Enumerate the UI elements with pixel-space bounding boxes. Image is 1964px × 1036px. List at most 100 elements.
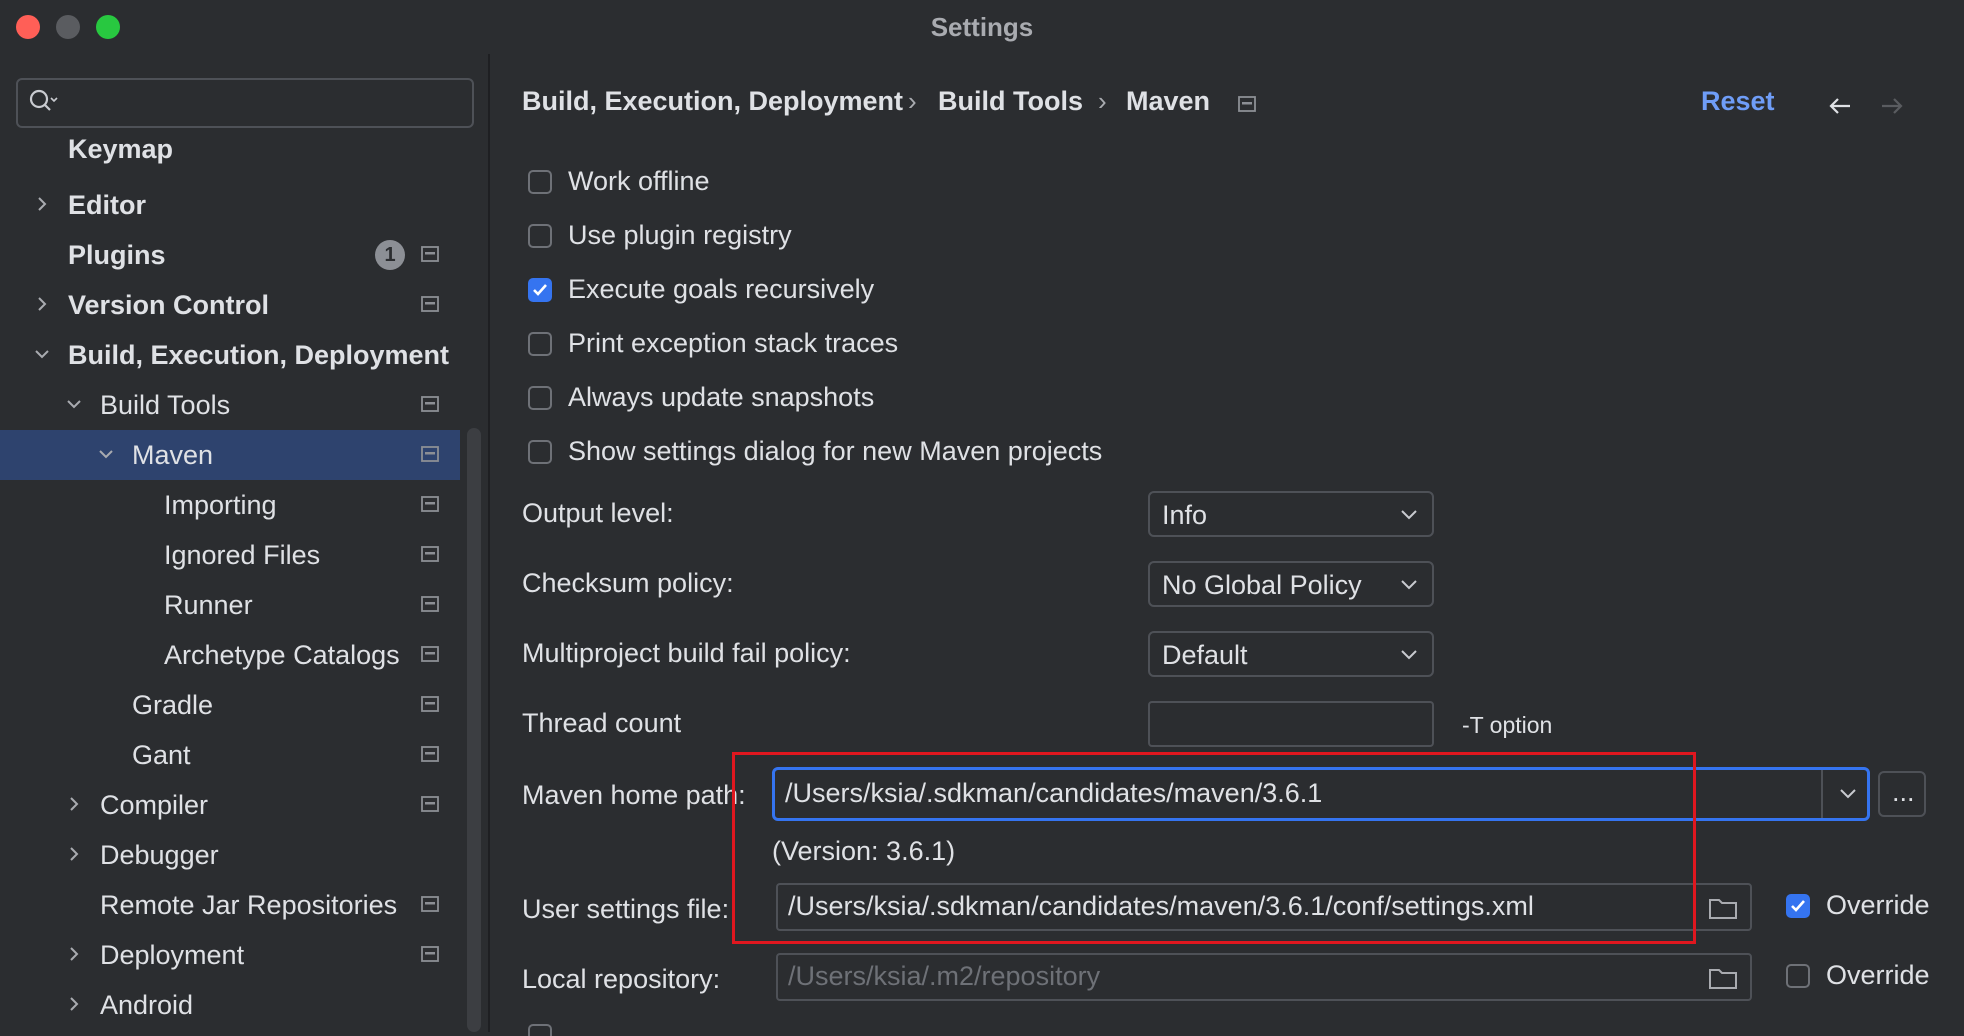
project-settings-icon xyxy=(421,446,439,462)
sidebar-item-editor[interactable]: Editor xyxy=(0,180,460,230)
sidebar-item-runner[interactable]: Runner xyxy=(0,580,460,630)
project-settings-icon xyxy=(421,296,439,312)
sidebar-item-label: Maven xyxy=(132,440,214,470)
sidebar-item-importing[interactable]: Importing xyxy=(0,480,460,530)
fail-policy-dropdown[interactable]: Default xyxy=(1148,631,1434,677)
input-value: /Users/ksia/.sdkman/candidates/maven/3.6… xyxy=(785,778,1323,808)
project-settings-icon xyxy=(1238,96,1256,112)
checkbox-label: Override xyxy=(1826,960,1930,990)
project-settings-icon xyxy=(421,696,439,712)
sidebar-item-remote-jar-repositories[interactable]: Remote Jar Repositories xyxy=(0,880,460,930)
dropdown-value: Info xyxy=(1162,500,1208,530)
chevron-down-icon xyxy=(1401,650,1417,660)
chevron-down-icon[interactable] xyxy=(1839,788,1857,800)
maven-home-path-label: Maven home path: xyxy=(522,780,746,810)
checkbox-box[interactable] xyxy=(528,170,552,194)
sidebar-item-deployment[interactable]: Deployment xyxy=(0,930,460,980)
window-title: Settings xyxy=(930,12,1034,42)
checkbox-box[interactable] xyxy=(528,332,552,356)
search-icon xyxy=(29,89,58,111)
checkbox-label: Always update snapshots xyxy=(568,382,875,412)
chevron-right-icon[interactable] xyxy=(64,994,84,1014)
sidebar-item-label: Gant xyxy=(132,740,191,770)
sidebar-item-keymap[interactable]: Keymap xyxy=(0,130,460,180)
sidebar-scrollbar[interactable] xyxy=(467,428,481,1032)
sidebar-item-archetype-catalogs[interactable]: Archetype Catalogs xyxy=(0,630,460,680)
sidebar-item-label: Android xyxy=(100,990,194,1020)
breadcrumb-separator: › xyxy=(1098,86,1107,116)
partially-visible-checkbox[interactable] xyxy=(528,1024,552,1036)
input-value: /Users/ksia/.sdkman/candidates/maven/3.6… xyxy=(788,891,1534,921)
project-settings-icon xyxy=(421,246,439,262)
chevron-right-icon[interactable] xyxy=(32,194,52,214)
project-settings-icon xyxy=(421,946,439,962)
project-settings-icon xyxy=(421,546,439,562)
checkbox-box[interactable] xyxy=(528,440,552,464)
sidebar-item-maven[interactable]: Maven xyxy=(0,430,460,480)
sidebar-item-compiler[interactable]: Compiler xyxy=(0,780,460,830)
user-settings-file-input[interactable]: /Users/ksia/.sdkman/candidates/maven/3.6… xyxy=(776,883,1752,931)
breadcrumb-item[interactable]: Build, Execution, Deployment xyxy=(522,86,903,117)
chevron-right-icon[interactable] xyxy=(64,844,84,864)
checkbox-box[interactable] xyxy=(1786,964,1810,988)
sidebar-divider xyxy=(488,54,490,1032)
sidebar-item-label: Editor xyxy=(68,190,146,220)
checkmark-icon xyxy=(533,284,547,296)
checkbox-label: Print exception stack traces xyxy=(568,328,899,358)
checkbox-label: Override xyxy=(1826,890,1930,920)
forward-arrow-icon[interactable] xyxy=(1878,92,1906,120)
checksum-policy-label: Checksum policy: xyxy=(522,568,734,598)
local-repository-label: Local repository: xyxy=(522,964,721,994)
sidebar-item-label: Version Control xyxy=(68,290,270,320)
sidebar-item-label: Build Tools xyxy=(100,390,231,420)
sidebar-item-gant[interactable]: Gant xyxy=(0,730,460,780)
sidebar-item-label: Importing xyxy=(164,490,277,520)
thread-count-hint: -T option xyxy=(1462,712,1553,738)
chevron-down-icon xyxy=(1401,510,1417,520)
folder-icon[interactable] xyxy=(1708,966,1738,990)
checkbox-label: Show settings dialog for new Maven proje… xyxy=(568,436,1103,466)
reset-button[interactable]: Reset xyxy=(1701,86,1775,117)
chevron-down-icon[interactable] xyxy=(96,444,116,464)
checkbox-box[interactable] xyxy=(1786,894,1810,918)
fail-policy-label: Multiproject build fail policy: xyxy=(522,638,851,668)
sidebar-item-label: Ignored Files xyxy=(164,540,321,570)
project-settings-icon xyxy=(421,646,439,662)
project-settings-icon xyxy=(421,396,439,412)
browse-maven-home-button[interactable]: ... xyxy=(1878,771,1926,817)
thread-count-input[interactable] xyxy=(1148,701,1434,747)
sidebar-item-gradle[interactable]: Gradle xyxy=(0,680,460,730)
sidebar-item-label: Runner xyxy=(164,590,253,620)
checkbox-box[interactable] xyxy=(528,278,552,302)
sidebar-item-version-control[interactable]: Version Control xyxy=(0,280,460,330)
plugins-update-badge: 1 xyxy=(375,240,405,270)
maven-version-text: (Version: 3.6.1) xyxy=(772,836,956,866)
settings-search-input[interactable] xyxy=(16,78,474,128)
sidebar-item-debugger[interactable]: Debugger xyxy=(0,830,460,880)
chevron-right-icon[interactable] xyxy=(32,294,52,314)
local-repository-input[interactable]: /Users/ksia/.m2/repository xyxy=(776,953,1752,1001)
checkbox-box[interactable] xyxy=(528,224,552,248)
sidebar-item-android[interactable]: Android xyxy=(0,980,460,1030)
project-settings-icon xyxy=(421,896,439,912)
chevron-right-icon[interactable] xyxy=(64,944,84,964)
checksum-policy-dropdown[interactable]: No Global Policy xyxy=(1148,561,1434,607)
thread-count-label: Thread count xyxy=(522,708,682,738)
chevron-down-icon[interactable] xyxy=(64,394,84,414)
project-settings-icon xyxy=(421,746,439,762)
checkbox-box[interactable] xyxy=(528,386,552,410)
project-settings-icon xyxy=(421,796,439,812)
sidebar-item-build-execution-deployment[interactable]: Build, Execution, Deployment xyxy=(0,330,460,380)
chevron-right-icon[interactable] xyxy=(64,794,84,814)
checkbox-label: Use plugin registry xyxy=(568,220,792,250)
output-level-dropdown[interactable]: Info xyxy=(1148,491,1434,537)
maven-home-path-combo[interactable]: /Users/ksia/.sdkman/candidates/maven/3.6… xyxy=(772,767,1870,821)
sidebar-item-label: Deployment xyxy=(100,940,245,970)
chevron-down-icon[interactable] xyxy=(32,344,52,364)
breadcrumb-item[interactable]: Build Tools xyxy=(938,86,1083,117)
folder-icon[interactable] xyxy=(1708,896,1738,920)
sidebar-item-ignored-files[interactable]: Ignored Files xyxy=(0,530,460,580)
dropdown-value: Default xyxy=(1162,640,1248,670)
back-arrow-icon[interactable] xyxy=(1826,92,1854,120)
sidebar-item-build-tools[interactable]: Build Tools xyxy=(0,380,460,430)
